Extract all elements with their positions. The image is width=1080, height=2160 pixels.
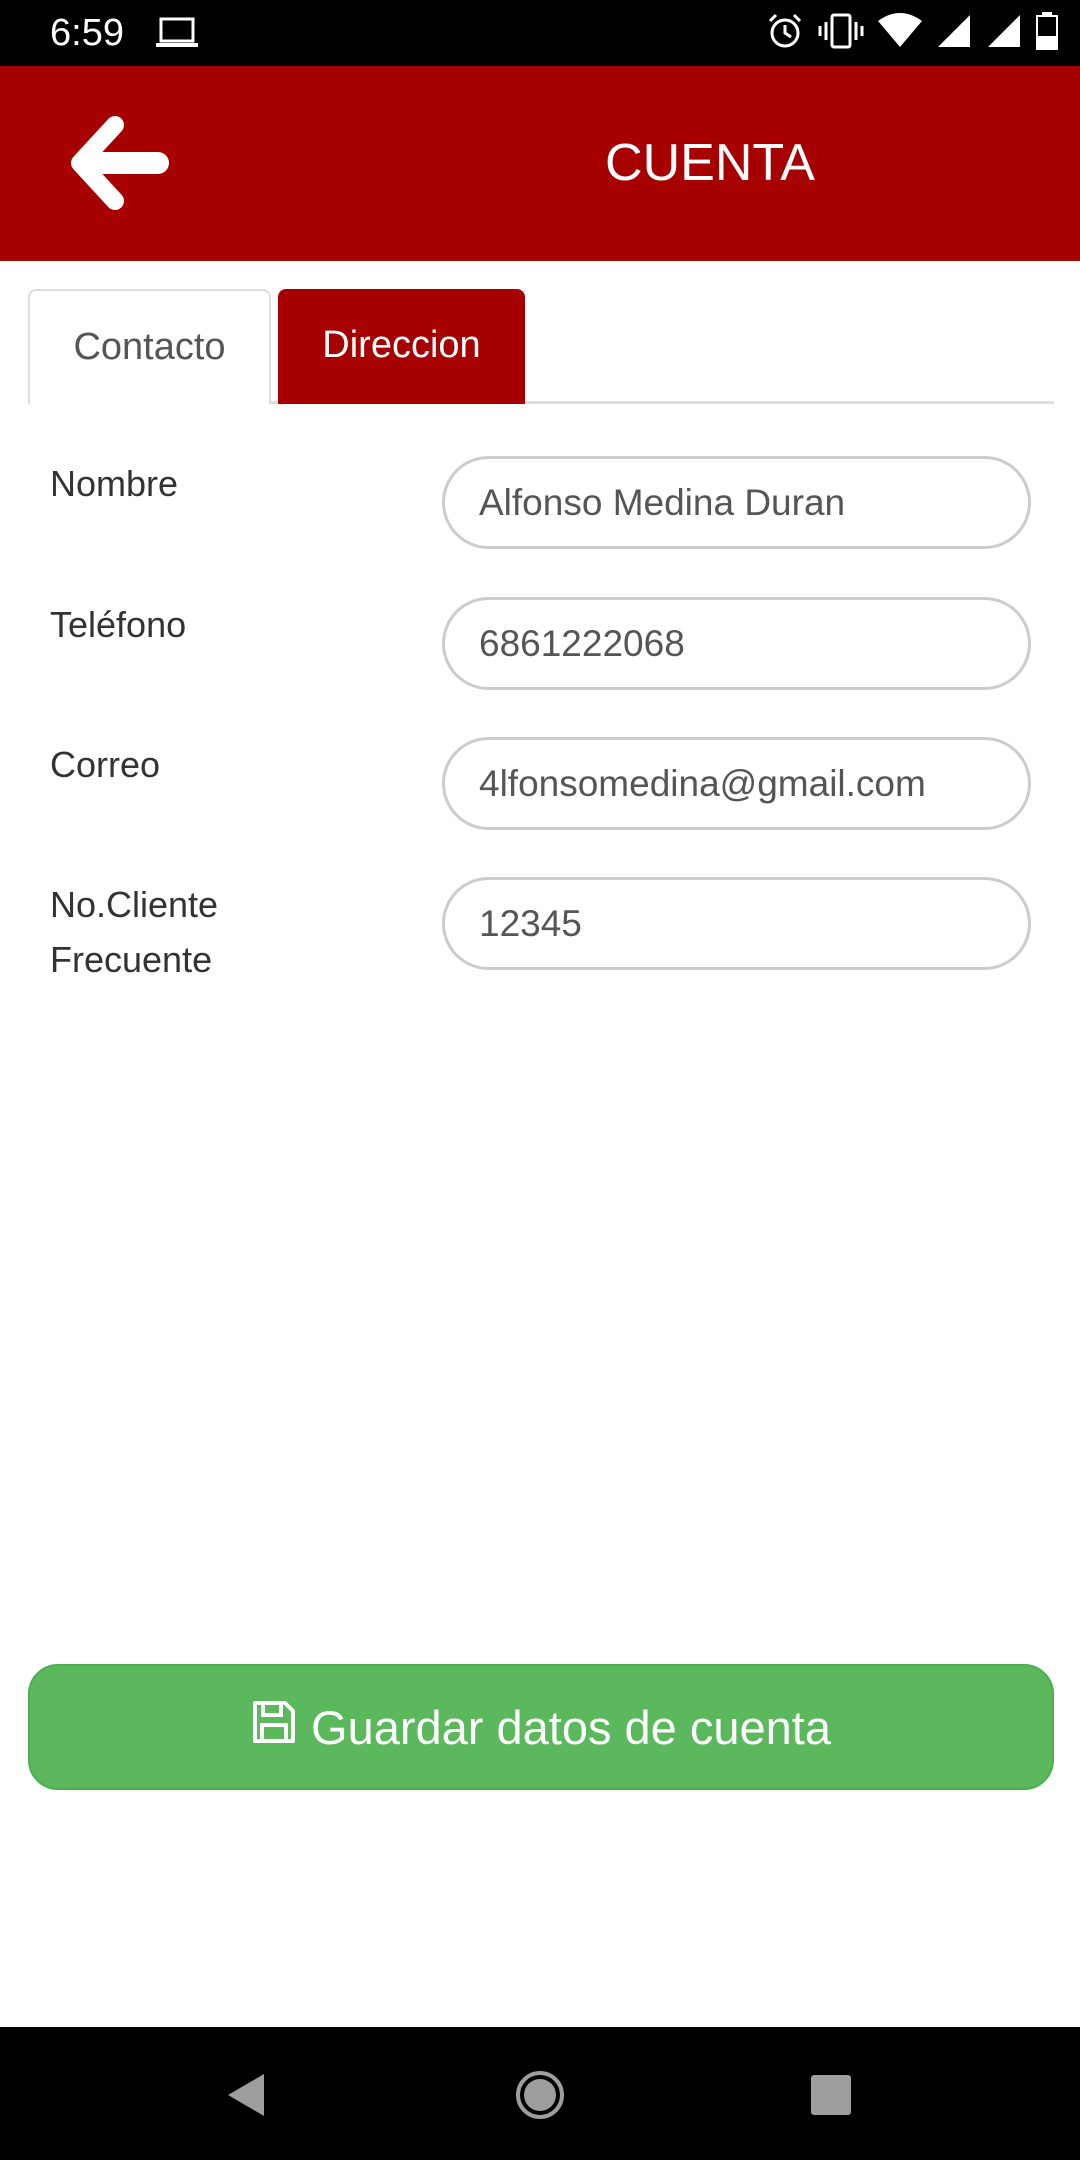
page-title: CUENTA (605, 134, 815, 192)
app-bar: CUENTA (0, 66, 1080, 261)
cliente-frecuente-label-line2: Frecuente (50, 939, 213, 980)
telefono-input[interactable] (442, 597, 1031, 690)
laptop-icon (156, 16, 198, 55)
save-button[interactable]: Guardar datos de cuenta (28, 1664, 1054, 1790)
correo-label: Correo (50, 744, 161, 785)
correo-input[interactable] (442, 737, 1031, 830)
wifi-icon (878, 12, 922, 54)
navigation-bar (0, 2027, 1080, 2160)
cliente-frecuente-label: No.Cliente Frecuente (50, 877, 390, 987)
cliente-frecuente-label-line1: No.Cliente (50, 884, 219, 925)
status-time: 6:59 (50, 12, 124, 54)
cliente-frecuente-input[interactable] (442, 877, 1031, 970)
save-button-label: Guardar datos de cuenta (311, 1700, 831, 1754)
nombre-label: Nombre (50, 463, 179, 504)
floppy-disk-icon (251, 1699, 297, 1756)
back-button[interactable] (60, 110, 180, 220)
arrow-left-icon (70, 113, 170, 218)
vibrate-icon (818, 12, 864, 55)
nombre-input[interactable] (442, 456, 1031, 549)
tab-contacto[interactable]: Contacto (28, 289, 271, 404)
tab-direccion[interactable]: Direccion (278, 289, 525, 404)
telefono-label: Teléfono (50, 604, 187, 645)
recents-square-icon[interactable] (791, 2055, 871, 2135)
back-triangle-icon[interactable] (206, 2055, 286, 2135)
tab-bar: Contacto Direccion (28, 289, 1054, 404)
signal-icon (936, 13, 972, 54)
home-circle-icon[interactable] (500, 2055, 580, 2135)
alarm-icon (766, 12, 804, 55)
status-icons (766, 11, 1058, 55)
signal-icon (986, 13, 1022, 54)
battery-icon (1036, 11, 1058, 55)
status-bar: 6:59 (0, 0, 1080, 66)
